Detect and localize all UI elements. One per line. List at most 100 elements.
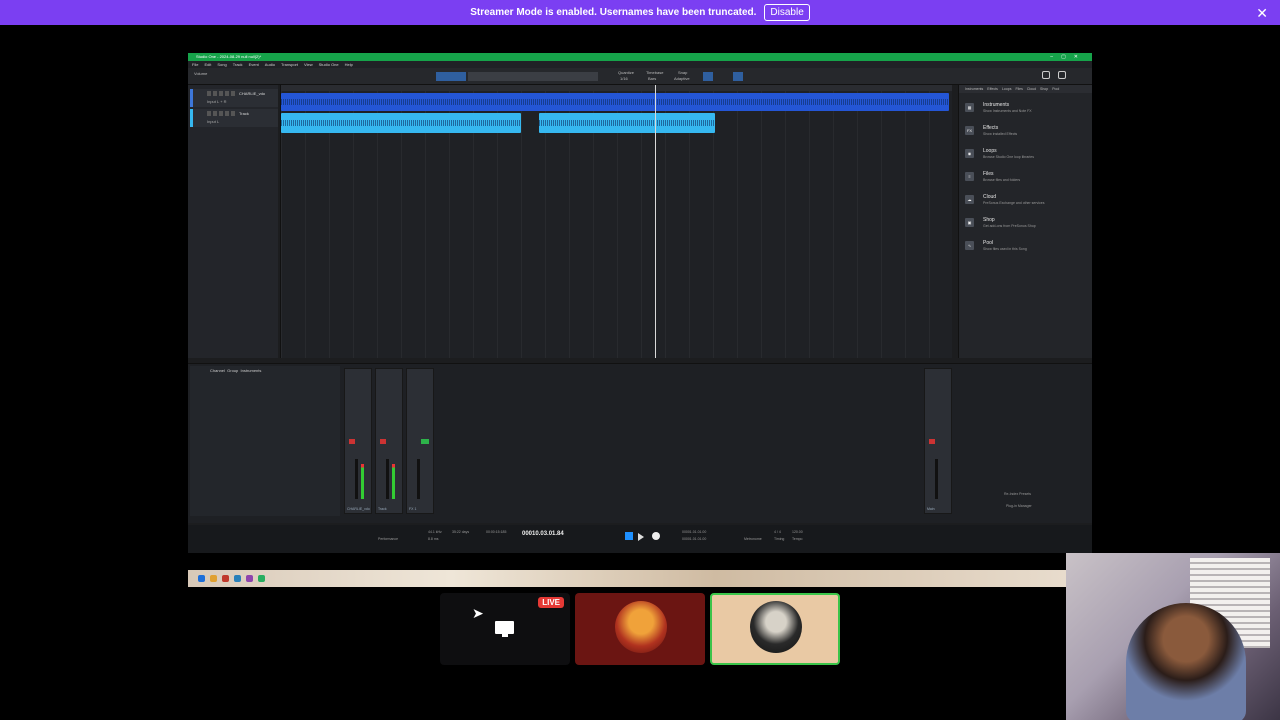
participant-tile[interactable] [575, 593, 705, 665]
track-header[interactable]: Track Input L [190, 109, 278, 127]
cursor-icon: ➤ [472, 605, 484, 621]
timeline-ruler[interactable] [281, 85, 952, 91]
menu-event[interactable]: Event [249, 62, 259, 67]
tempo[interactable]: 120.00 [792, 530, 803, 534]
track-header[interactable]: CHARLIE_vdo Input L + R [190, 89, 278, 107]
bar-position: 00010.03.01.84 [522, 531, 564, 537]
menu-audio[interactable]: Audio [265, 62, 275, 67]
menu-studio-one[interactable]: Studio One [319, 62, 339, 67]
channel-name: CHARLIE_vdo [347, 507, 370, 511]
home-icon[interactable] [1058, 71, 1066, 79]
browser-item-cloud[interactable]: ☁ Cloud PreSonus Exchange and other serv… [965, 193, 1085, 213]
user-icon[interactable] [1042, 71, 1050, 79]
arrow-tool-icon[interactable] [436, 72, 466, 81]
volume-fader[interactable] [355, 459, 358, 499]
edit-tools-group[interactable] [468, 72, 598, 81]
monitor-button[interactable] [421, 439, 429, 444]
playhead[interactable] [655, 85, 656, 358]
browser-icon[interactable] [234, 575, 241, 582]
tab-channel[interactable]: Channel [210, 368, 225, 373]
disable-streamer-mode-button[interactable]: Disable [764, 4, 810, 21]
tempo-label: Tempo [792, 537, 803, 541]
browser-item-loops[interactable]: ◉ Loops Browse Studio One loop libraries [965, 147, 1085, 167]
browser-item-effects[interactable]: FX Effects Show installed Effects [965, 124, 1085, 144]
loop-end[interactable]: 00001.01.01.00 [682, 537, 706, 541]
track-name: CHARLIE_vdo [239, 91, 266, 96]
record-max: 35:22 days [452, 530, 470, 534]
time-signature[interactable]: 4 / 4 [774, 530, 781, 534]
timing-label: Timing [774, 537, 785, 541]
tab-shop[interactable]: Shop [1040, 87, 1048, 91]
channel-strip[interactable]: CHARLIE_vdo [344, 368, 372, 514]
metronome-label[interactable]: Metronome [744, 537, 762, 541]
audio-clip[interactable] [281, 93, 949, 111]
browser-item-instruments[interactable]: ▦ Instruments Show Instruments and Note … [965, 101, 1085, 121]
browser-item-files[interactable]: ≡ Files Browse files and folders [965, 170, 1085, 190]
tab-instruments[interactable]: Instruments [241, 368, 262, 373]
start-icon[interactable] [198, 575, 205, 582]
snap-value[interactable]: Adaptive [674, 76, 690, 81]
record-arm-button[interactable] [349, 439, 355, 444]
tab-cloud[interactable]: Cloud [1027, 87, 1036, 91]
browser-item-desc: Get add-ons from PreSonus Shop [983, 224, 1036, 228]
browser-item-title: Pool [983, 240, 994, 246]
volume-fader[interactable] [386, 459, 389, 499]
channel-strip[interactable]: Track [375, 368, 403, 514]
browser-item-title: Cloud [983, 194, 997, 200]
speaking-participant-tile[interactable] [710, 593, 840, 665]
loop-start[interactable]: 00001.01.01.00 [682, 530, 706, 534]
track-buttons[interactable] [207, 91, 235, 96]
menu-edit[interactable]: Edit [204, 62, 211, 67]
audio-clip[interactable] [539, 113, 715, 133]
quantize-value[interactable]: 1/16 [620, 76, 628, 81]
tab-instruments[interactable]: Instruments [965, 87, 983, 91]
timebase-value[interactable]: Bars [648, 76, 656, 81]
app-icon[interactable] [222, 575, 229, 582]
record-arm-button[interactable] [380, 439, 386, 444]
browser-item-title: Shop [983, 217, 995, 223]
files-icon: ≡ [965, 172, 974, 181]
menu-file[interactable]: File [192, 62, 198, 67]
webcam-overlay [1066, 553, 1280, 720]
arrange-view[interactable] [280, 85, 952, 358]
main-channel-strip[interactable]: Main [924, 368, 952, 514]
browser-tabs: Instruments Effects Loops Files Cloud Sh… [959, 85, 1092, 93]
file-explorer-icon[interactable] [210, 575, 217, 582]
level-meter [392, 464, 395, 499]
tab-pool[interactable]: Pool [1052, 87, 1059, 91]
snap-label: Snap [678, 70, 688, 75]
channel-strip[interactable]: FX 1 [406, 368, 434, 514]
menu-help[interactable]: Help [345, 62, 353, 67]
tab-loops[interactable]: Loops [1002, 87, 1012, 91]
discord-icon[interactable] [246, 575, 253, 582]
tab-files[interactable]: Files [1015, 87, 1022, 91]
screen-share-tile[interactable]: ➤ LIVE [440, 593, 570, 665]
menu-view[interactable]: View [304, 62, 313, 67]
channel-list: Channel Group Instruments [190, 366, 340, 516]
tab-group[interactable]: Group [227, 368, 238, 373]
app-icon[interactable] [258, 575, 265, 582]
browser-item-shop[interactable]: ▣ Shop Get add-ons from PreSonus Shop [965, 216, 1085, 236]
record-icon[interactable] [652, 532, 660, 540]
loop-toggle-icon[interactable] [625, 532, 633, 540]
audio-clip[interactable] [281, 113, 521, 133]
plugin-manager-link[interactable]: Plug-in Manager [1006, 504, 1032, 508]
volume-fader[interactable] [417, 459, 420, 499]
close-icon[interactable]: ✕ [1256, 5, 1268, 22]
track-input: Input L + R [207, 99, 227, 104]
window-controls[interactable]: –▢✕ [1050, 53, 1086, 61]
view-toggle-icon[interactable] [733, 72, 743, 81]
track-list: CHARLIE_vdo Input L + R Track Input L [188, 85, 278, 358]
track-buttons[interactable] [207, 111, 235, 116]
snap-toggle-icon[interactable] [703, 72, 713, 81]
browser-item-pool[interactable]: ∿ Pool Show files used in this Song [965, 239, 1085, 259]
menu-song[interactable]: Song [217, 62, 226, 67]
tab-effects[interactable]: Effects [987, 87, 998, 91]
menu-transport[interactable]: Transport [281, 62, 298, 67]
menu-track[interactable]: Track [233, 62, 243, 67]
play-icon[interactable] [638, 533, 644, 541]
reindex-presets-link[interactable]: Re-Index Presets [1004, 492, 1031, 496]
loops-icon: ◉ [965, 149, 974, 158]
performance-label: Performance [378, 537, 399, 541]
main-volume-fader[interactable] [935, 459, 938, 499]
